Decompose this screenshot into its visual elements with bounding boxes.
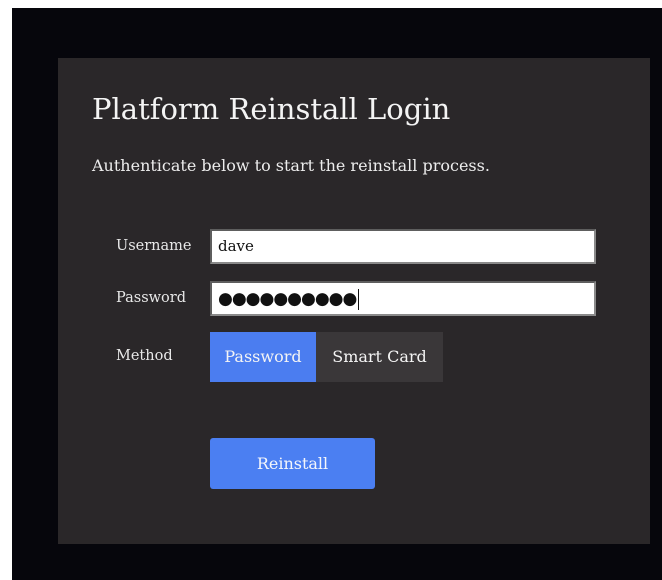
method-option-smart-card[interactable]: Smart Card [316, 332, 443, 382]
page-title: Platform Reinstall Login [92, 92, 451, 126]
username-input[interactable]: dave [210, 229, 596, 264]
password-mask: ●●●●●●●●●● [218, 288, 357, 309]
password-label: Password [116, 290, 186, 306]
text-caret [358, 288, 360, 310]
username-value: dave [218, 237, 254, 255]
method-label: Method [116, 348, 173, 364]
page-subtitle: Authenticate below to start the reinstal… [92, 156, 490, 175]
method-option-password[interactable]: Password [210, 332, 316, 382]
screen-background: Platform Reinstall Login Authenticate be… [12, 8, 662, 580]
login-panel: Platform Reinstall Login Authenticate be… [58, 58, 650, 544]
username-label: Username [116, 238, 192, 254]
password-input[interactable]: ●●●●●●●●●● [210, 281, 596, 316]
reinstall-button[interactable]: Reinstall [210, 438, 375, 489]
